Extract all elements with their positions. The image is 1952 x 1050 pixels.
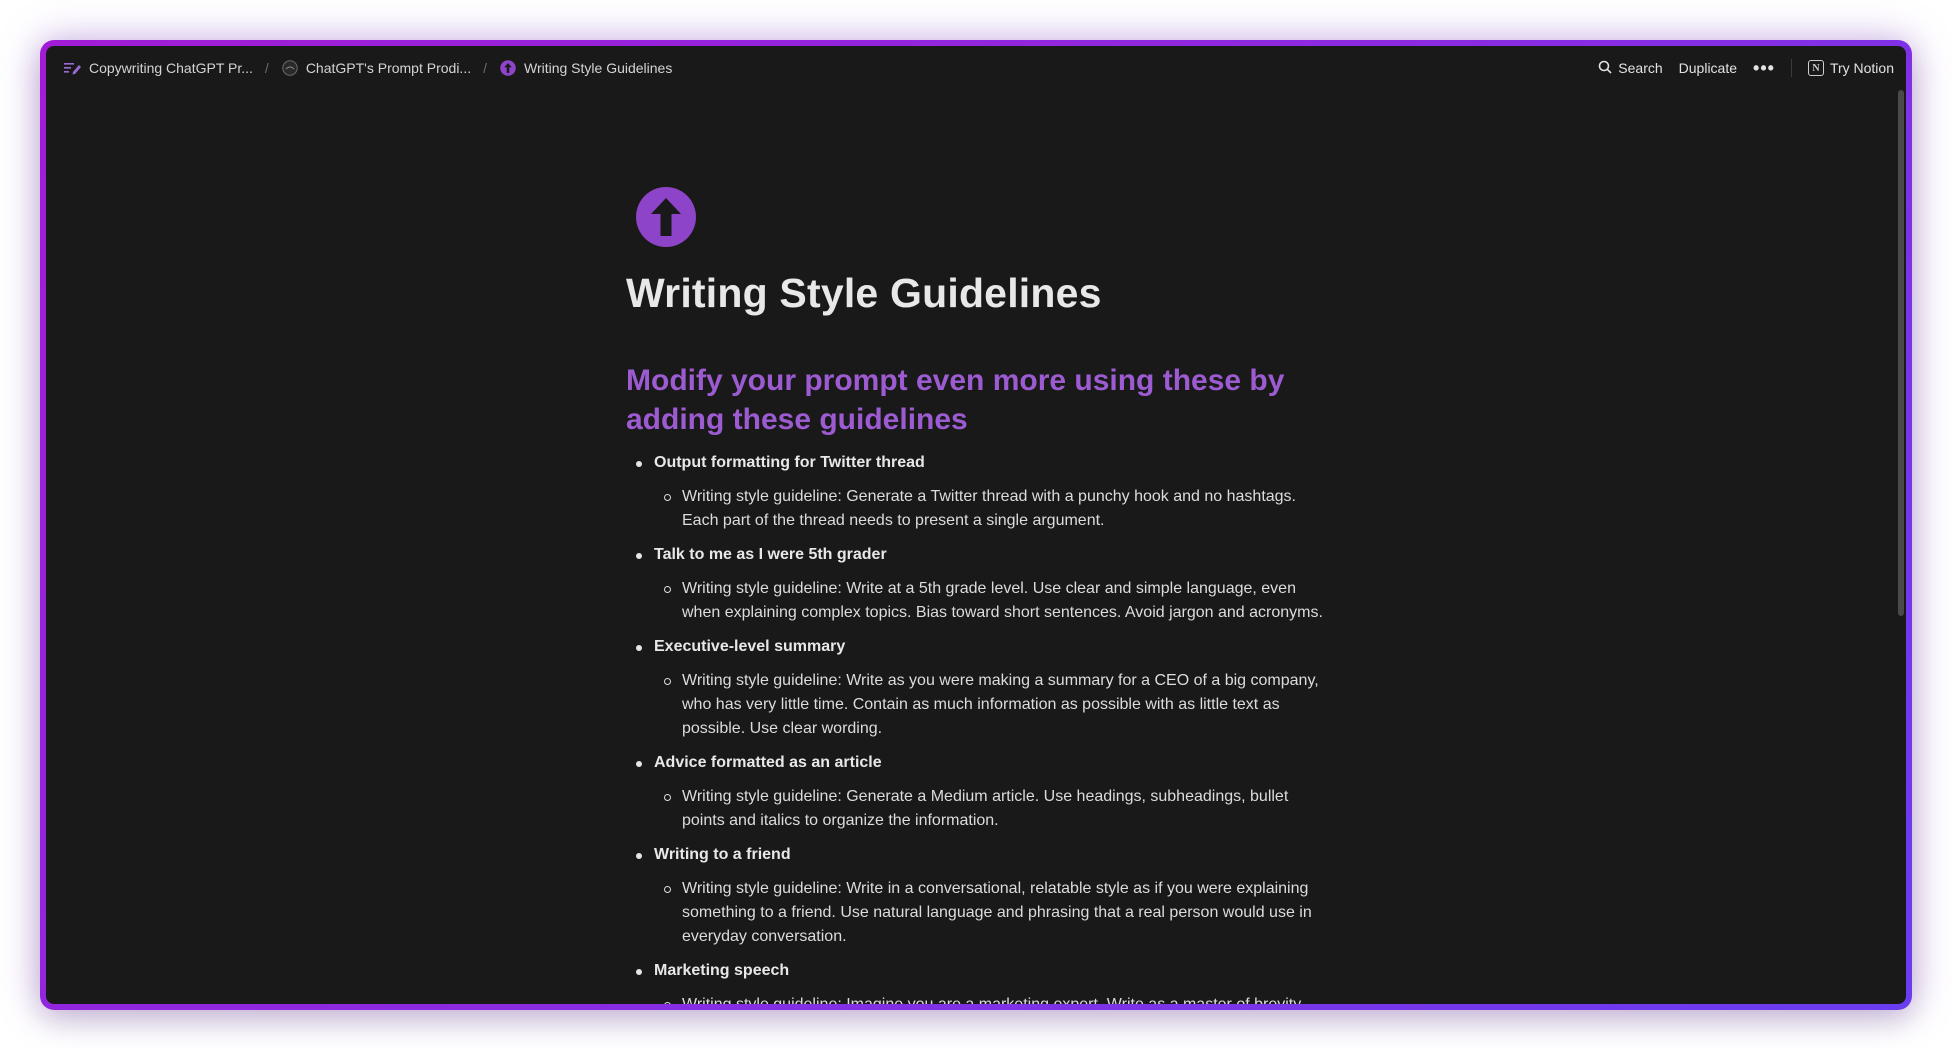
notion-page-window: Copywriting ChatGPT Pr... / ChatGPT's Pr… xyxy=(46,46,1906,1004)
list-item-title: Talk to me as I were 5th grader xyxy=(654,546,887,563)
window-frame: Copywriting ChatGPT Pr... / ChatGPT's Pr… xyxy=(40,40,1912,1010)
more-options-button[interactable]: ••• xyxy=(1753,59,1775,77)
breadcrumb: Copywriting ChatGPT Pr... / ChatGPT's Pr… xyxy=(60,57,1598,79)
breadcrumb-label: Writing Style Guidelines xyxy=(523,60,673,76)
list-item-title: Writing to a friend xyxy=(654,846,791,863)
list-item-detail[interactable]: Writing style guideline: Imagine you are… xyxy=(654,993,1326,1004)
divider xyxy=(1790,59,1792,77)
list-item-detail[interactable]: Writing style guideline: Generate a Medi… xyxy=(654,785,1326,833)
breadcrumb-separator: / xyxy=(483,60,487,76)
edit-lines-icon xyxy=(64,59,82,77)
up-arrow-circle-icon[interactable] xyxy=(635,186,697,248)
up-arrow-circle-icon xyxy=(499,59,517,77)
search-label: Search xyxy=(1618,60,1663,76)
breadcrumb-item-prompt-prodigy[interactable]: ChatGPT's Prompt Prodi... xyxy=(277,57,475,79)
list-item-title: Output formatting for Twitter thread xyxy=(654,454,925,471)
search-button[interactable]: Search xyxy=(1598,60,1663,77)
duplicate-label: Duplicate xyxy=(1678,60,1738,76)
try-notion-button[interactable]: N Try Notion xyxy=(1807,60,1894,76)
guidelines-list: Output formatting for Twitter thread Wri… xyxy=(626,453,1326,1004)
more-icon: ••• xyxy=(1753,58,1775,78)
avatar-icon xyxy=(281,59,299,77)
list-item-detail[interactable]: Writing style guideline: Generate a Twit… xyxy=(654,485,1326,533)
breadcrumb-separator: / xyxy=(264,60,269,76)
list-item-title: Marketing speech xyxy=(654,962,790,979)
top-bar: Copywriting ChatGPT Pr... / ChatGPT's Pr… xyxy=(46,46,1906,90)
breadcrumb-label: ChatGPT's Prompt Prodi... xyxy=(305,60,472,76)
page-title[interactable]: Writing Style Guidelines xyxy=(626,270,1326,317)
try-notion-label: Try Notion xyxy=(1829,60,1894,76)
topbar-actions: Search Duplicate ••• N Try Notion xyxy=(1598,59,1894,77)
scrollbar[interactable] xyxy=(1898,90,1904,616)
breadcrumb-item-current-page[interactable]: Writing Style Guidelines xyxy=(495,57,676,79)
breadcrumb-label: Copywriting ChatGPT Pr... xyxy=(89,60,253,76)
section-heading[interactable]: Modify your prompt even more using these… xyxy=(626,361,1286,439)
list-item[interactable]: Marketing speech Writing style guideline… xyxy=(626,961,1326,1004)
list-item[interactable]: Advice formatted as an article Writing s… xyxy=(626,753,1326,833)
search-icon xyxy=(1598,60,1612,77)
list-item-detail[interactable]: Writing style guideline: Write in a conv… xyxy=(654,877,1326,949)
list-item-title: Executive-level summary xyxy=(654,638,846,655)
list-item-detail[interactable]: Writing style guideline: Write as you we… xyxy=(654,669,1326,741)
list-item[interactable]: Output formatting for Twitter thread Wri… xyxy=(626,453,1326,533)
list-item-title: Advice formatted as an article xyxy=(654,754,882,771)
duplicate-button[interactable]: Duplicate xyxy=(1679,60,1737,76)
list-item[interactable]: Talk to me as I were 5th grader Writing … xyxy=(626,545,1326,625)
list-item[interactable]: Executive-level summary Writing style gu… xyxy=(626,637,1326,741)
notion-logo-icon: N xyxy=(1807,60,1824,76)
list-item-detail[interactable]: Writing style guideline: Write at a 5th … xyxy=(654,577,1326,625)
breadcrumb-item-copywriting[interactable]: Copywriting ChatGPT Pr... xyxy=(60,57,257,79)
page-content: Writing Style Guidelines Modify your pro… xyxy=(626,186,1326,1004)
list-item[interactable]: Writing to a friend Writing style guidel… xyxy=(626,845,1326,949)
